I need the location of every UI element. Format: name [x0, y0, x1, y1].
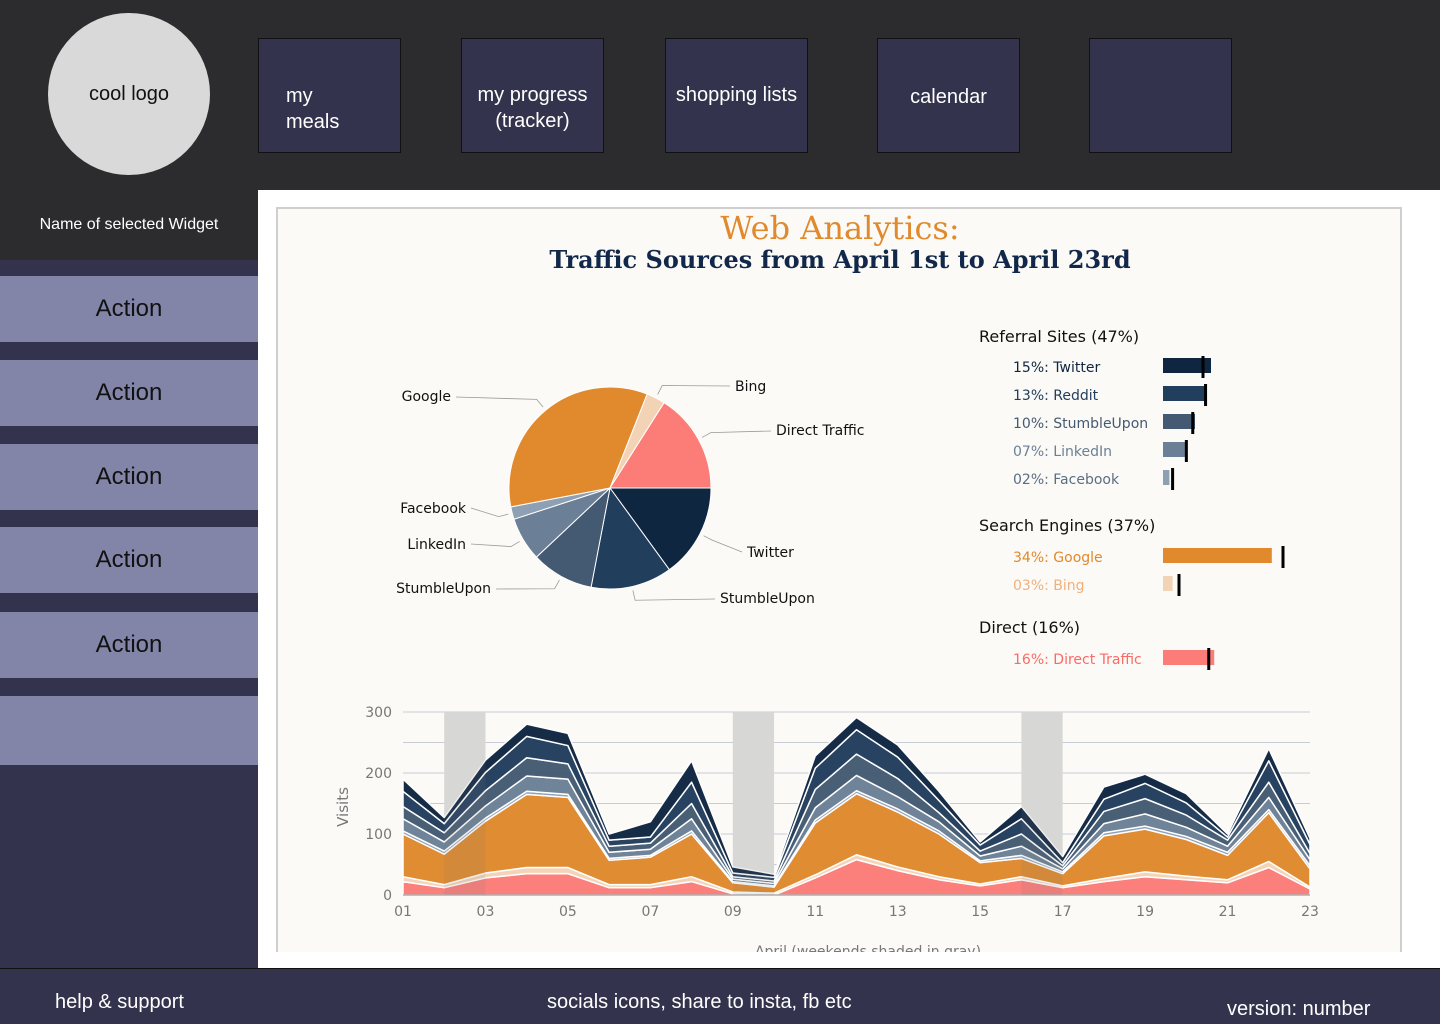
analytics-widget: Web Analytics: Traffic Sources from Apri…: [276, 207, 1402, 952]
bar-label: 34%: Google: [1013, 550, 1103, 566]
y-tick-label: 0: [383, 888, 392, 904]
bar: [1163, 386, 1205, 401]
bar: [1163, 576, 1173, 591]
bar-label: 03%: Bing: [1013, 578, 1085, 594]
x-axis-label: April (weekends shaded in gray): [755, 944, 981, 952]
x-tick-label: 11: [806, 904, 824, 920]
socials-share-area[interactable]: socials icons, share to insta, fb etc: [547, 991, 852, 1014]
bar-label: 16%: Direct Traffic: [1013, 652, 1142, 668]
pie-leader-line: [703, 535, 743, 553]
pie-label: Google: [402, 389, 451, 405]
x-tick-label: 01: [394, 904, 412, 920]
action-button-empty[interactable]: [0, 696, 258, 765]
bar: [1163, 414, 1195, 429]
pie-label: Twitter: [746, 545, 794, 561]
x-tick-label: 09: [724, 904, 742, 920]
nav-tile-shopping-lists[interactable]: shopping lists: [665, 38, 808, 153]
bar-target-marker: [1177, 574, 1181, 596]
y-axis-label: Visits: [334, 787, 352, 827]
bar-label: 10%: StumbleUpon: [1013, 416, 1148, 432]
bar-target-marker: [1171, 468, 1175, 490]
nav-tile-my-meals[interactable]: my meals: [258, 38, 401, 153]
bar-target-marker: [1207, 648, 1211, 670]
bar-group-title: Search Engines (37%): [979, 516, 1155, 535]
pie-leader-line: [701, 430, 772, 438]
bar-target-marker: [1204, 384, 1208, 406]
nav-tile-empty[interactable]: [1089, 38, 1232, 153]
bar: [1163, 470, 1170, 485]
nav-tile-calendar[interactable]: calendar: [877, 38, 1020, 153]
x-tick-label: 05: [559, 904, 577, 920]
x-tick-label: 07: [641, 904, 659, 920]
pie-label: Bing: [735, 379, 766, 395]
x-tick-label: 21: [1219, 904, 1237, 920]
pie-leader-line: [470, 541, 520, 547]
action-button-2[interactable]: Action: [0, 360, 258, 426]
action-button-1[interactable]: Action: [0, 276, 258, 342]
nav-label: my progress (tracker): [477, 84, 588, 132]
pie-leader-line: [495, 579, 560, 590]
pie-label: StumbleUpon: [396, 581, 491, 597]
pie-label: StumbleUpon: [720, 591, 815, 607]
y-tick-label: 100: [365, 827, 392, 843]
bar-label: 07%: LinkedIn: [1013, 444, 1112, 460]
pie-leader-line: [657, 385, 731, 395]
bar-target-marker: [1191, 412, 1195, 434]
action-button-3[interactable]: Action: [0, 444, 258, 510]
nav-label: calendar: [910, 86, 987, 108]
bar: [1163, 650, 1215, 665]
x-tick-label: 19: [1136, 904, 1154, 920]
bar: [1163, 548, 1272, 563]
logo-text: cool logo: [88, 82, 170, 105]
bar: [1163, 442, 1186, 457]
pie-leader-line: [632, 590, 716, 601]
bar-label: 02%: Facebook: [1013, 472, 1120, 488]
y-tick-label: 200: [365, 766, 392, 782]
bar-group-title: Referral Sites (47%): [979, 327, 1139, 346]
bar-target-marker: [1201, 356, 1205, 378]
pie-leader-line: [455, 396, 544, 408]
x-tick-label: 13: [889, 904, 907, 920]
x-tick-label: 17: [1054, 904, 1072, 920]
nav-tile-my-progress[interactable]: my progress (tracker): [461, 38, 604, 153]
analytics-charts: Twitter StumbleUpon StumbleUpon LinkedIn Fac…: [334, 327, 1319, 952]
footer: help & support socials icons, share to i…: [0, 968, 1440, 1024]
weekend-overlay: [444, 712, 486, 895]
pie-label: LinkedIn: [407, 537, 466, 553]
version-label: version: number: [1227, 998, 1371, 1020]
app-logo[interactable]: cool logo: [48, 13, 210, 175]
bar-group-title: Direct (16%): [979, 618, 1080, 637]
bar-target-marker: [1184, 440, 1188, 462]
action-button-5[interactable]: Action: [0, 612, 258, 678]
x-tick-label: 15: [971, 904, 989, 920]
x-tick-label: 23: [1301, 904, 1319, 920]
pie-label: Direct Traffic: [776, 423, 864, 439]
bar-label: 13%: Reddit: [1013, 388, 1099, 404]
y-tick-label: 300: [365, 705, 392, 721]
nav-label: shopping lists: [675, 84, 798, 106]
bar-label: 15%: Twitter: [1013, 360, 1100, 376]
pie-label: Facebook: [400, 501, 467, 517]
action-button-4[interactable]: Action: [0, 527, 258, 593]
x-tick-label: 03: [477, 904, 495, 920]
nav-label: my meals: [286, 85, 340, 133]
weekend-overlay: [732, 712, 775, 895]
bar-target-marker: [1281, 546, 1285, 568]
help-support-link[interactable]: help & support: [55, 991, 184, 1014]
weekend-overlay: [1021, 712, 1063, 895]
selected-widget-name: Name of selected Widget: [0, 190, 258, 260]
pie-leader-line: [470, 507, 509, 518]
